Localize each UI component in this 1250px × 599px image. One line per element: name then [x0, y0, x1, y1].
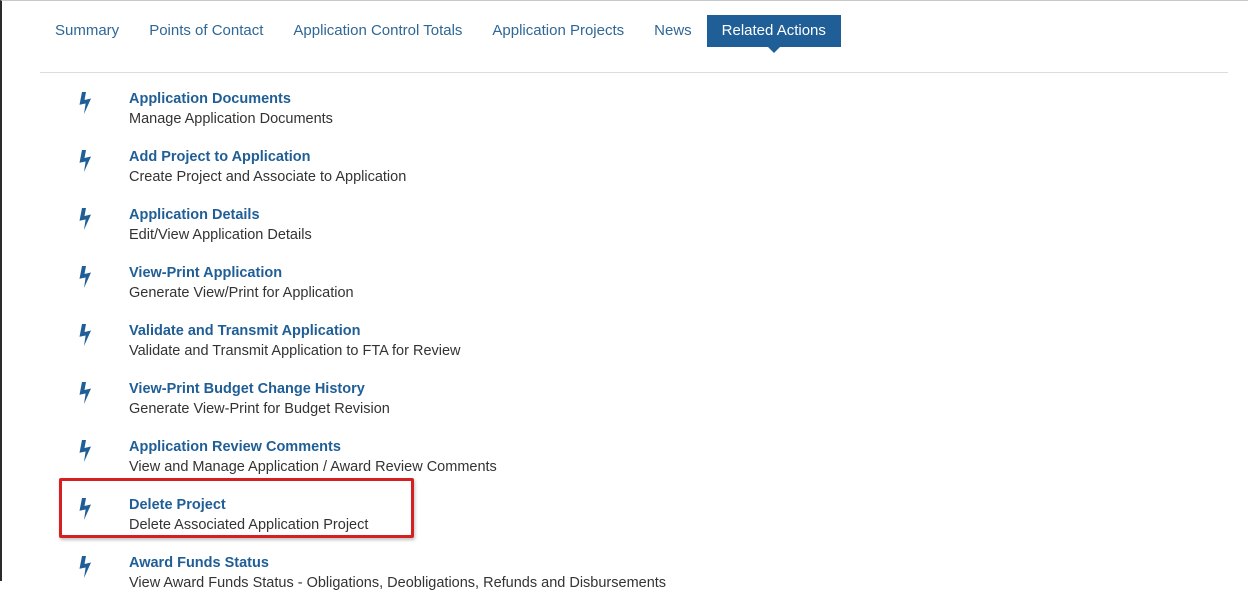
action-application-details: Application Details Edit/View Applicatio…: [2, 205, 602, 251]
action-add-project-to-application: Add Project to Application Create Projec…: [2, 147, 602, 193]
lightning-bolt-icon: [79, 208, 91, 230]
lightning-bolt-icon: [79, 266, 91, 288]
action-application-documents: Application Documents Manage Application…: [2, 89, 602, 135]
action-description: Create Project and Associate to Applicat…: [129, 169, 407, 185]
action-award-funds-status: Award Funds Status View Award Funds Stat…: [2, 553, 666, 599]
action-view-print-application: View-Print Application Generate View/Pri…: [2, 263, 602, 309]
lightning-bolt-icon: [79, 382, 91, 404]
action-title-link[interactable]: View-Print Budget Change History: [129, 381, 365, 397]
action-description: View and Manage Application / Award Revi…: [129, 459, 497, 475]
tab-news[interactable]: News: [639, 15, 707, 47]
tab-divider: [40, 72, 1228, 73]
action-description: Validate and Transmit Application to FTA…: [129, 343, 461, 359]
action-description: View Award Funds Status - Obligations, D…: [129, 575, 667, 591]
lightning-bolt-icon: [79, 324, 91, 346]
action-description: Generate View-Print for Budget Revision: [129, 401, 390, 417]
action-validate-and-transmit-application: Validate and Transmit Application Valida…: [2, 321, 602, 367]
lightning-bolt-icon: [79, 92, 91, 114]
lightning-bolt-icon: [79, 440, 91, 462]
tab-application-projects[interactable]: Application Projects: [477, 15, 639, 47]
tab-related-actions[interactable]: Related Actions: [706, 15, 841, 53]
action-title-link[interactable]: View-Print Application: [129, 265, 282, 281]
action-view-print-budget-change-history: View-Print Budget Change History Generat…: [2, 379, 602, 425]
highlight-box: [59, 478, 414, 538]
lightning-bolt-icon: [79, 150, 91, 172]
lightning-bolt-icon: [79, 556, 91, 578]
related-actions-panel: Summary Points of Contact Application Co…: [0, 0, 1248, 591]
action-title-link[interactable]: Application Details: [129, 207, 260, 223]
action-title-link[interactable]: Application Review Comments: [129, 439, 341, 455]
action-application-review-comments: Application Review Comments View and Man…: [2, 437, 602, 483]
tab-points-of-contact[interactable]: Points of Contact: [134, 15, 278, 47]
tab-application-control-totals[interactable]: Application Control Totals: [278, 15, 477, 47]
action-description: Generate View/Print for Application: [129, 285, 354, 301]
tab-bar: Summary Points of Contact Application Co…: [40, 15, 841, 53]
action-title-link[interactable]: Application Documents: [129, 91, 291, 107]
tab-summary[interactable]: Summary: [40, 15, 134, 47]
action-description: Manage Application Documents: [129, 111, 333, 127]
action-title-link[interactable]: Add Project to Application: [129, 149, 311, 165]
action-title-link[interactable]: Validate and Transmit Application: [129, 323, 361, 339]
action-description: Edit/View Application Details: [129, 227, 312, 243]
action-title-link[interactable]: Award Funds Status: [129, 555, 269, 571]
